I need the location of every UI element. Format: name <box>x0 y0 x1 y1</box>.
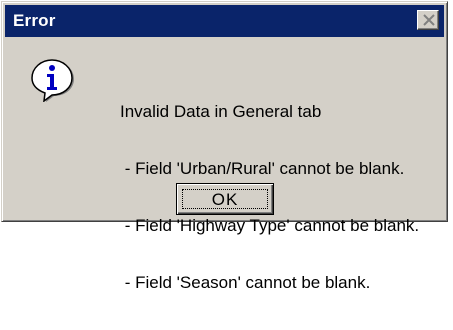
message-line: - Field 'Urban/Rural' cannot be blank. <box>120 159 405 178</box>
close-icon <box>423 14 435 26</box>
info-icon <box>31 59 74 102</box>
message-line: Invalid Data in General tab <box>120 102 322 121</box>
error-dialog: Error Invalid Data in General tab - Fiel… <box>1 1 448 292</box>
ok-button-label: OK <box>211 190 239 209</box>
message-line: - Field 'Season' cannot be blank. <box>120 273 371 292</box>
title-bar[interactable]: Error <box>5 5 444 37</box>
ok-button[interactable]: OK <box>176 183 274 215</box>
close-button[interactable] <box>417 10 439 30</box>
dialog-title: Error <box>13 11 56 30</box>
message-line: - Field 'Highway Type' cannot be blank. <box>120 216 420 235</box>
